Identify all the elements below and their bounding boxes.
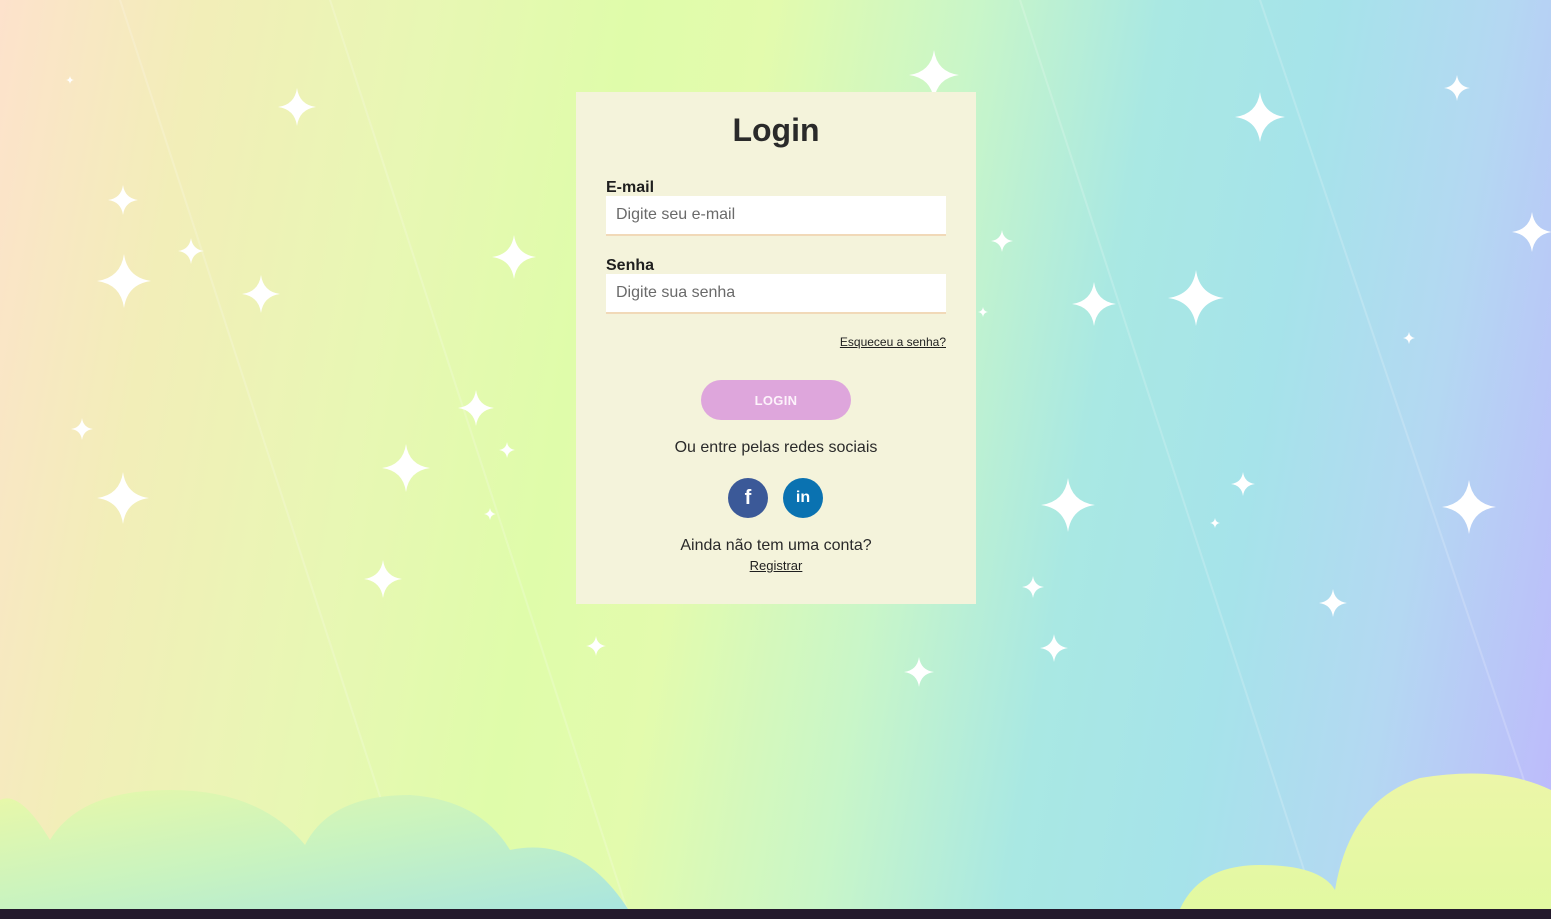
password-label: Senha — [606, 257, 655, 274]
sparkle-icon — [1512, 212, 1551, 252]
facebook-button[interactable]: f — [728, 478, 768, 518]
sparkle-icon — [1231, 472, 1255, 496]
sparkle-icon — [991, 230, 1013, 252]
sparkle-icon — [1444, 75, 1470, 101]
no-account-text: Ainda não tem uma conta? — [680, 537, 872, 554]
taskbar-strip — [0, 909, 1551, 919]
page-title: Login — [732, 112, 820, 148]
sparkle-icon — [484, 508, 496, 520]
register-link[interactable]: Registrar — [576, 558, 976, 573]
sparkle-icon — [97, 472, 149, 524]
sparkle-icon — [242, 275, 280, 313]
sparkle-icon — [71, 418, 93, 440]
email-field[interactable] — [606, 196, 946, 236]
sparkle-icon — [108, 185, 138, 215]
sparkle-icon — [1403, 332, 1415, 344]
social-login-text: Ou entre pelas redes sociais — [674, 439, 878, 456]
sparkle-icon — [1210, 518, 1220, 528]
sparkle-icon — [492, 235, 536, 279]
sparkle-icon — [1022, 576, 1044, 598]
sparkle-icon — [382, 444, 430, 492]
facebook-icon: f — [744, 486, 752, 509]
login-card: Login E-mail Senha Esqueceu a senha? LOG… — [576, 92, 976, 604]
email-label: E-mail — [606, 179, 655, 196]
sparkle-icon — [1168, 270, 1224, 326]
linkedin-button[interactable]: in — [783, 478, 823, 518]
sparkle-icon — [1072, 282, 1116, 326]
linkedin-icon: in — [795, 489, 811, 506]
sparkle-icon — [278, 88, 316, 126]
sparkle-icon — [97, 254, 151, 308]
sparkle-icon — [1442, 480, 1496, 534]
password-field[interactable] — [606, 274, 946, 314]
sparkle-icon — [364, 560, 402, 598]
sparkle-icon — [1040, 634, 1068, 662]
sparkle-icon — [178, 238, 204, 264]
sparkle-icon — [66, 76, 74, 84]
sparkle-icon — [1041, 478, 1095, 532]
sparkle-icon — [586, 636, 606, 656]
sparkle-icon — [499, 442, 515, 458]
sparkle-icon — [978, 307, 988, 317]
login-button[interactable]: LOGIN — [701, 380, 851, 420]
sparkle-icon — [1319, 589, 1347, 617]
sparkle-icon — [458, 390, 494, 426]
sparkle-icon — [904, 657, 934, 687]
forgot-password-link[interactable]: Esqueceu a senha? — [840, 335, 946, 349]
sparkle-icon — [1235, 92, 1285, 142]
